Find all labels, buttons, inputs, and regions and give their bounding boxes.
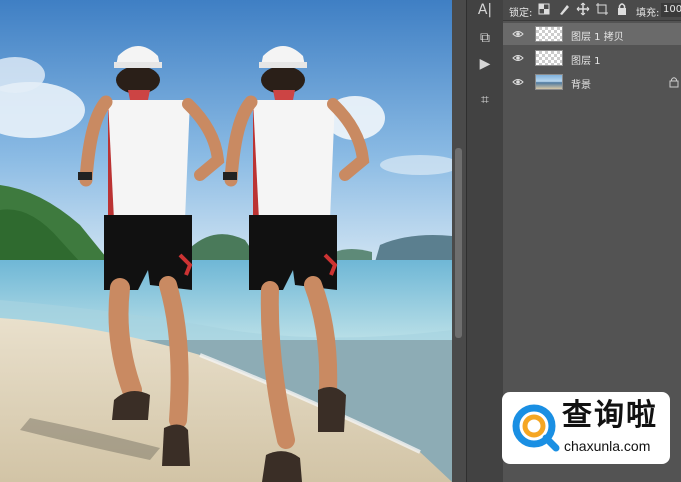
- 3d-icon[interactable]: ⧉: [475, 28, 495, 48]
- lock-bar: 锁定: 填充: 100%: [503, 0, 681, 21]
- layer-name: 图层 1: [571, 56, 601, 67]
- lock-artboard-icon[interactable]: [595, 2, 609, 16]
- lock-transparent-pixels-icon[interactable]: [537, 2, 551, 16]
- visibility-eye-icon[interactable]: [512, 52, 524, 64]
- visibility-eye-icon[interactable]: [512, 28, 524, 40]
- layer-thumbnail: [535, 74, 563, 90]
- fill-label: 填充:: [636, 8, 660, 19]
- layer-row-layer1[interactable]: 图层 1: [503, 47, 681, 69]
- lock-image-pixels-icon[interactable]: [557, 2, 571, 16]
- layer-lock-icon[interactable]: [669, 76, 679, 88]
- layer-name: 背景: [571, 80, 591, 91]
- lock-all-icon[interactable]: [615, 2, 629, 16]
- layer-name: 图层 1 拷贝: [571, 32, 624, 43]
- panel-tool-strip: A| ⧉ ▶ ⌗: [466, 0, 504, 482]
- canvas-scrollbar-thumb[interactable]: [455, 148, 462, 338]
- watermark-url: chaxunla.com: [564, 438, 651, 454]
- beach-runner-photo: [0, 0, 452, 482]
- crop-icon[interactable]: ⌗: [475, 90, 495, 110]
- layer-row-background[interactable]: 背景: [503, 71, 681, 93]
- play-icon[interactable]: ▶: [475, 54, 495, 74]
- magnifier-logo-icon: [512, 404, 560, 452]
- layer-thumbnail: [535, 26, 563, 42]
- layer-thumbnail: [535, 50, 563, 66]
- type-icon[interactable]: A|: [475, 0, 495, 20]
- lock-label: 锁定:: [509, 8, 533, 19]
- document-canvas[interactable]: [0, 0, 452, 482]
- layer-row-copy[interactable]: 图层 1 拷贝: [503, 23, 681, 45]
- lock-position-icon[interactable]: [576, 2, 590, 16]
- watermark-title: 查询啦: [562, 398, 658, 433]
- watermark-logo: 查询啦 chaxunla.com: [502, 392, 670, 464]
- fill-input[interactable]: 100%: [661, 3, 681, 17]
- visibility-eye-icon[interactable]: [512, 76, 524, 88]
